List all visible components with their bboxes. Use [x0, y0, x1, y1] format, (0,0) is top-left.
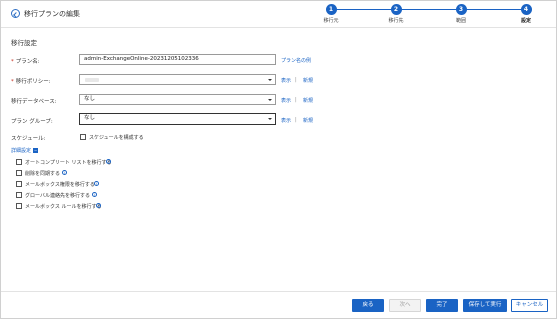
migration-database-label: 移行データベース: [11, 99, 57, 105]
header: 移行プランの編集 1 移行元 2 移行先 3 範囲 4 設定 [1, 1, 556, 28]
separator: | [295, 97, 297, 103]
collapse-icon[interactable]: − [33, 148, 38, 153]
step-source[interactable]: 1 移行元 [316, 4, 346, 24]
mailbox-rules-label[interactable]: メールボックス ルールを移行する [25, 203, 101, 210]
plan-name-label: * プラン名: [11, 59, 40, 65]
sync-delete-label[interactable]: 削除を同期する [25, 170, 60, 177]
schedule-label: スケジュール: [11, 136, 46, 142]
cancel-button[interactable]: キャンセル [511, 299, 548, 312]
step-scope[interactable]: 3 範囲 [446, 4, 476, 24]
wizard-window: 移行プランの編集 1 移行元 2 移行先 3 範囲 4 設定 移行設定 * プラン… [0, 0, 557, 319]
stepper-line [331, 9, 521, 10]
separator: | [295, 117, 297, 123]
global-contacts-checkbox[interactable] [16, 192, 22, 198]
info-icon[interactable]: i [62, 170, 67, 175]
info-icon[interactable]: i [92, 192, 97, 197]
finish-button[interactable]: 完了 [426, 299, 458, 312]
schedule-checkbox-label[interactable]: スケジュールを構成する [89, 134, 144, 141]
step-destination[interactable]: 2 移行先 [381, 4, 411, 24]
save-and-run-button[interactable]: 保存して実行 [463, 299, 507, 312]
step-number: 4 [520, 4, 532, 15]
advanced-settings-link[interactable]: 詳細設定 [11, 147, 31, 154]
migration-policy-select[interactable] [79, 74, 276, 85]
plan-group-new-link[interactable]: 新規 [303, 117, 313, 124]
info-icon[interactable]: i [94, 181, 99, 186]
step-number: 2 [390, 4, 402, 15]
back-button[interactable]: 戻る [352, 299, 384, 312]
wizard-stepper: 1 移行元 2 移行先 3 範囲 4 設定 [301, 3, 551, 27]
section-title: 移行設定 [11, 39, 37, 47]
migration-policy-label: * 移行ポリシー: [11, 79, 51, 85]
step-number: 1 [325, 4, 337, 15]
chevron-down-icon [268, 78, 272, 81]
sync-delete-checkbox[interactable] [16, 170, 22, 176]
plan-group-label: プラン グループ: [11, 119, 53, 125]
step-settings[interactable]: 4 設定 [511, 4, 541, 24]
migration-database-new-link[interactable]: 新規 [303, 97, 313, 104]
plan-name-input[interactable]: admin-ExchangeOnline-20231205102336 [79, 54, 276, 65]
info-icon[interactable]: i [96, 203, 101, 208]
page-title: 移行プランの編集 [24, 10, 80, 18]
global-contacts-label[interactable]: グローバル連絡先を移行する [25, 192, 90, 199]
separator: | [295, 77, 297, 83]
migration-database-view-link[interactable]: 表示 [281, 97, 291, 104]
mailbox-rules-checkbox[interactable] [16, 203, 22, 209]
footer-divider [1, 291, 556, 292]
plan-group-view-link[interactable]: 表示 [281, 117, 291, 124]
migration-database-select[interactable]: なし [79, 94, 276, 105]
chevron-down-icon [268, 98, 272, 101]
schedule-checkbox[interactable] [80, 134, 86, 140]
chevron-down-icon [268, 117, 272, 120]
back-arrow-icon[interactable] [11, 9, 20, 18]
step-label: 移行先 [388, 18, 404, 24]
plan-group-select[interactable]: なし [79, 113, 276, 125]
step-label: 設定 [520, 18, 531, 24]
step-label: 範囲 [455, 18, 466, 24]
mailbox-permissions-label[interactable]: メールボックス権限を移行する [25, 181, 95, 188]
mailbox-permissions-checkbox[interactable] [16, 181, 22, 187]
step-label: 移行元 [323, 18, 339, 24]
redacted-value [85, 77, 99, 82]
next-button[interactable]: 次へ [389, 299, 421, 312]
migration-policy-view-link[interactable]: 表示 [281, 77, 291, 84]
plan-name-example-link[interactable]: プラン名の例 [281, 57, 311, 64]
migration-policy-new-link[interactable]: 新規 [303, 77, 313, 84]
info-icon[interactable]: i [106, 159, 111, 164]
step-number: 3 [455, 4, 467, 15]
autocomplete-label[interactable]: オートコンプリート リストを移行する [25, 159, 111, 166]
autocomplete-checkbox[interactable] [16, 159, 22, 165]
